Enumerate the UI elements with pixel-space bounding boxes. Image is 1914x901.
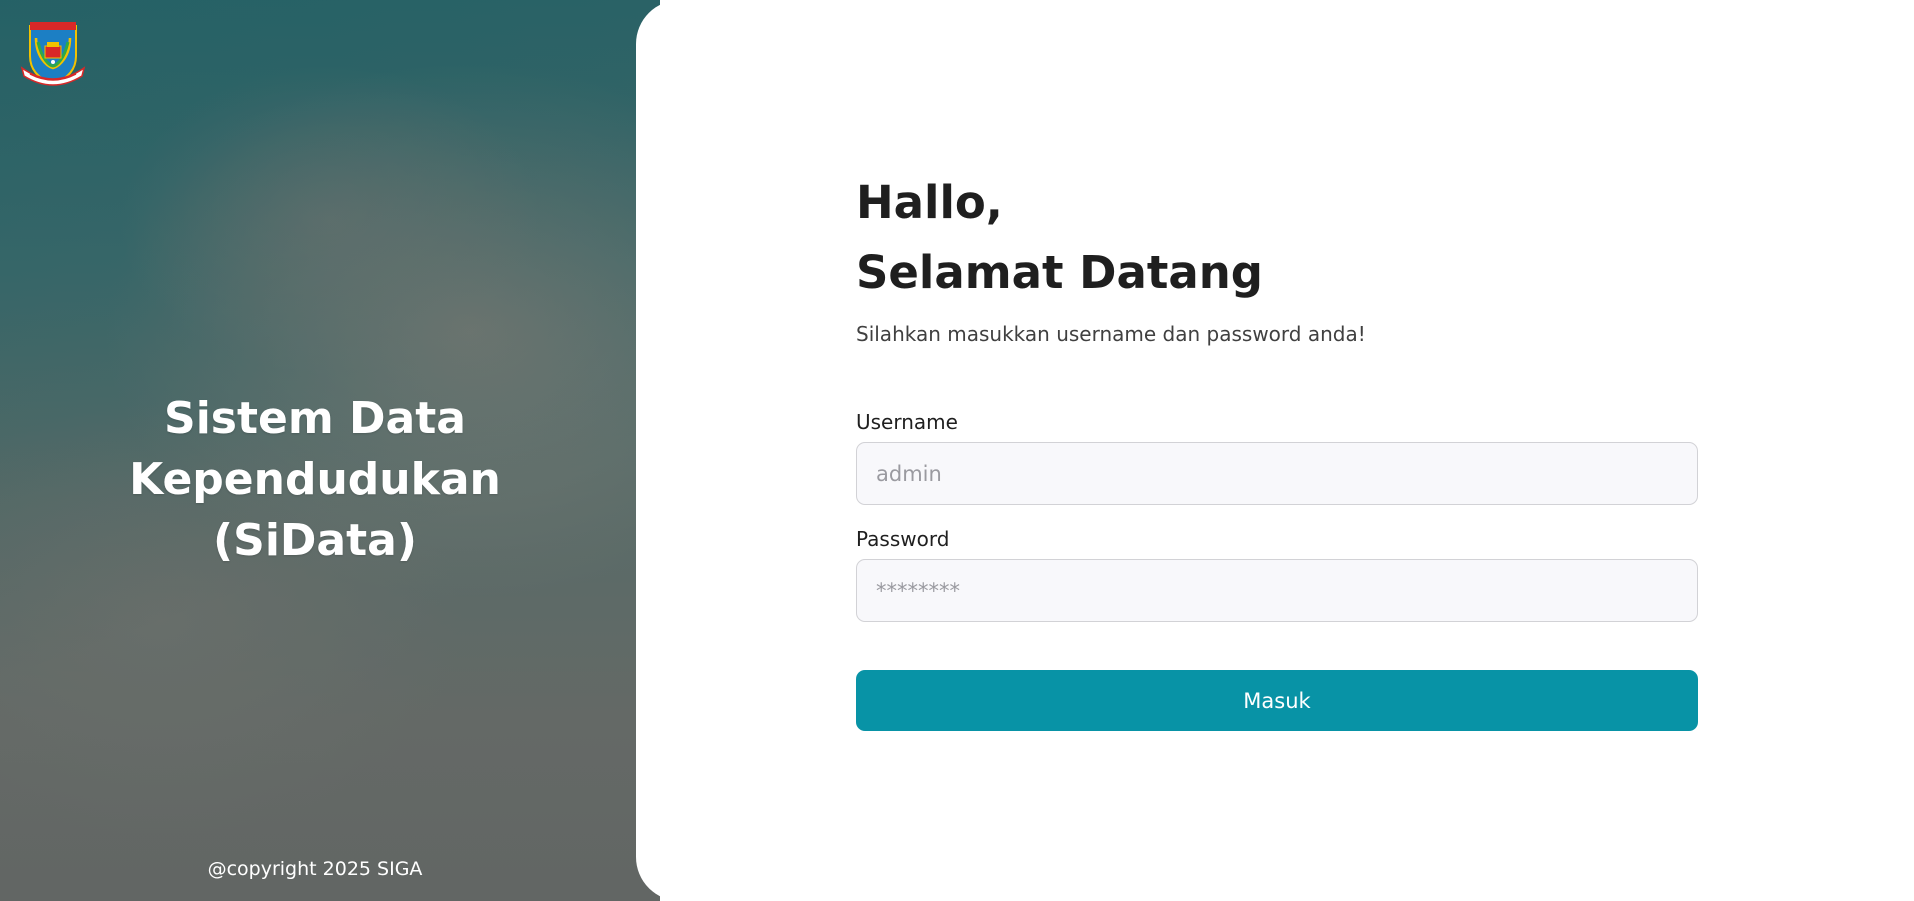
app-title: Sistem Data Kependudukan (SiData) bbox=[0, 388, 630, 571]
copyright-text: @copyright 2025 SIGA bbox=[207, 858, 423, 880]
login-subtitle: Silahkan masukkan username dan password … bbox=[856, 322, 1366, 346]
username-label: Username bbox=[856, 410, 958, 434]
password-label: Password bbox=[856, 527, 950, 551]
login-form: Hallo, Selamat Datang Silahkan masukkan … bbox=[856, 168, 1698, 731]
login-card: Hallo, Selamat Datang Silahkan masukkan … bbox=[636, 0, 1914, 901]
greeting-line: Selamat Datang bbox=[856, 246, 1263, 299]
hero-panel: Sistem Data Kependudukan (SiData) @copyr… bbox=[0, 0, 660, 901]
app-title-line: (SiData) bbox=[213, 515, 417, 566]
greeting-heading: Hallo, Selamat Datang bbox=[856, 168, 1698, 308]
login-page: Sistem Data Kependudukan (SiData) @copyr… bbox=[0, 0, 1914, 901]
city-emblem-logo bbox=[20, 22, 86, 86]
password-input[interactable] bbox=[856, 559, 1698, 622]
app-title-line: Kependudukan bbox=[129, 454, 501, 505]
username-input[interactable] bbox=[856, 442, 1698, 505]
app-title-line: Sistem Data bbox=[164, 393, 466, 444]
login-button[interactable]: Masuk bbox=[856, 670, 1698, 731]
greeting-line: Hallo, bbox=[856, 176, 1003, 229]
